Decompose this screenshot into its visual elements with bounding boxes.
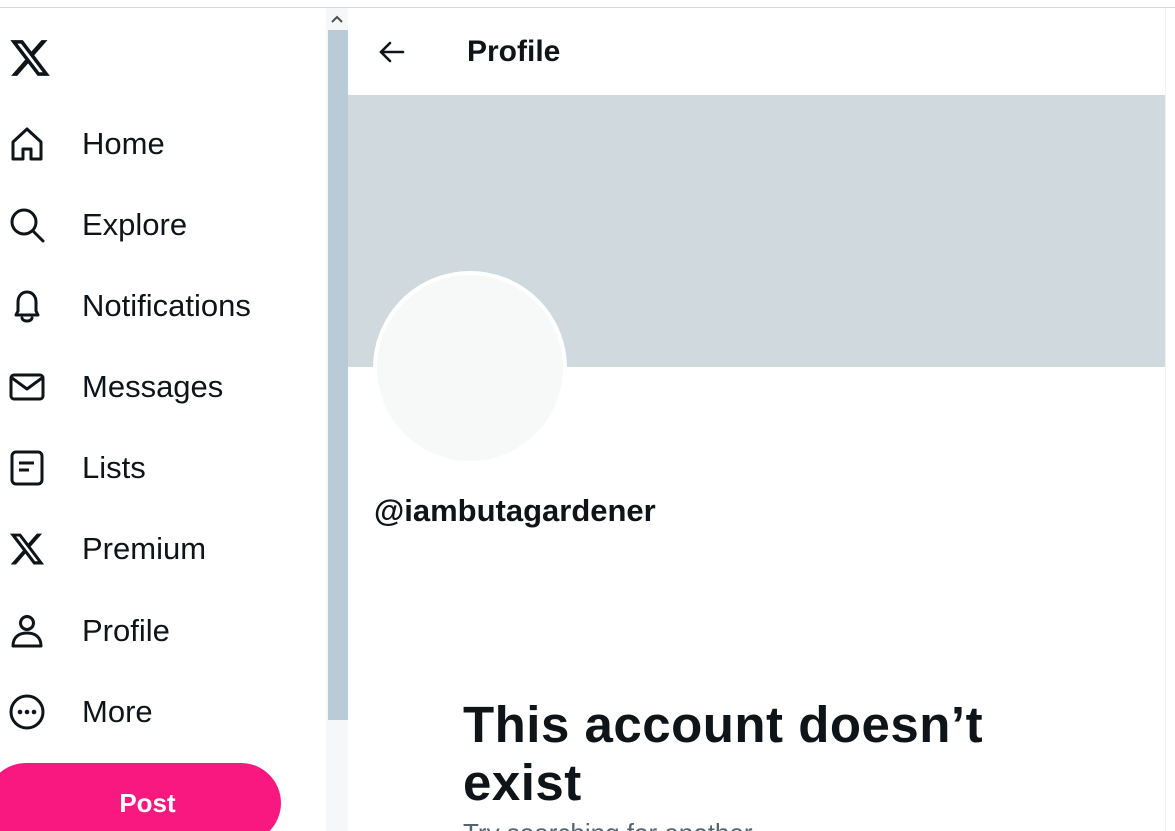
back-arrow-icon[interactable]	[376, 36, 408, 68]
sidebar-item-label: Lists	[82, 450, 146, 485]
scrollbar[interactable]	[326, 8, 348, 831]
post-button-label: Post	[119, 788, 176, 818]
empty-state-subtitle: Try searching for another.	[463, 818, 758, 831]
home-icon	[8, 125, 46, 163]
list-icon	[8, 449, 46, 487]
sidebar-item-notifications[interactable]: Notifications	[0, 275, 300, 331]
sidebar-item-home[interactable]: Home	[0, 113, 300, 169]
sidebar-item-profile[interactable]: Profile	[0, 600, 300, 656]
page: Home Explore Notifications Messages List…	[0, 0, 1175, 831]
scrollbar-thumb[interactable]	[328, 30, 348, 720]
sidebar-item-more[interactable]: More	[0, 681, 300, 737]
x-logo-icon[interactable]	[8, 36, 52, 82]
more-circle-icon	[8, 693, 46, 731]
sidebar-item-label: Messages	[82, 369, 224, 404]
profile-header: Profile	[348, 8, 1165, 94]
sidebar-item-label: Profile	[82, 613, 170, 648]
sidebar-nav: Home Explore Notifications Messages List…	[0, 8, 326, 831]
sidebar-item-label: Notifications	[82, 288, 251, 323]
sidebar-item-label: Home	[82, 126, 165, 161]
avatar	[373, 271, 567, 465]
search-icon	[8, 206, 46, 244]
sidebar-item-premium[interactable]: Premium	[0, 518, 300, 574]
profile-handle: @iambutagardener	[374, 493, 656, 528]
sidebar-item-label: Premium	[82, 531, 207, 566]
person-icon	[8, 612, 46, 650]
page-title: Profile	[467, 35, 561, 68]
sidebar-item-label: Explore	[82, 207, 188, 242]
sidebar-item-messages[interactable]: Messages	[0, 356, 300, 412]
sidebar-item-lists[interactable]: Lists	[0, 437, 300, 493]
sidebar-item-explore[interactable]: Explore	[0, 194, 300, 250]
bell-icon	[8, 287, 46, 325]
empty-state-title: This account doesn’t exist	[463, 696, 984, 811]
x-logo-icon	[8, 530, 46, 568]
scroll-up-arrow-icon[interactable]	[330, 12, 344, 24]
column-divider	[1165, 8, 1166, 831]
profile-main-column: Profile @iambutagardener This account do…	[348, 8, 1165, 831]
envelope-icon	[8, 368, 46, 406]
sidebar-item-label: More	[82, 694, 153, 729]
post-button[interactable]: Post	[0, 763, 281, 831]
